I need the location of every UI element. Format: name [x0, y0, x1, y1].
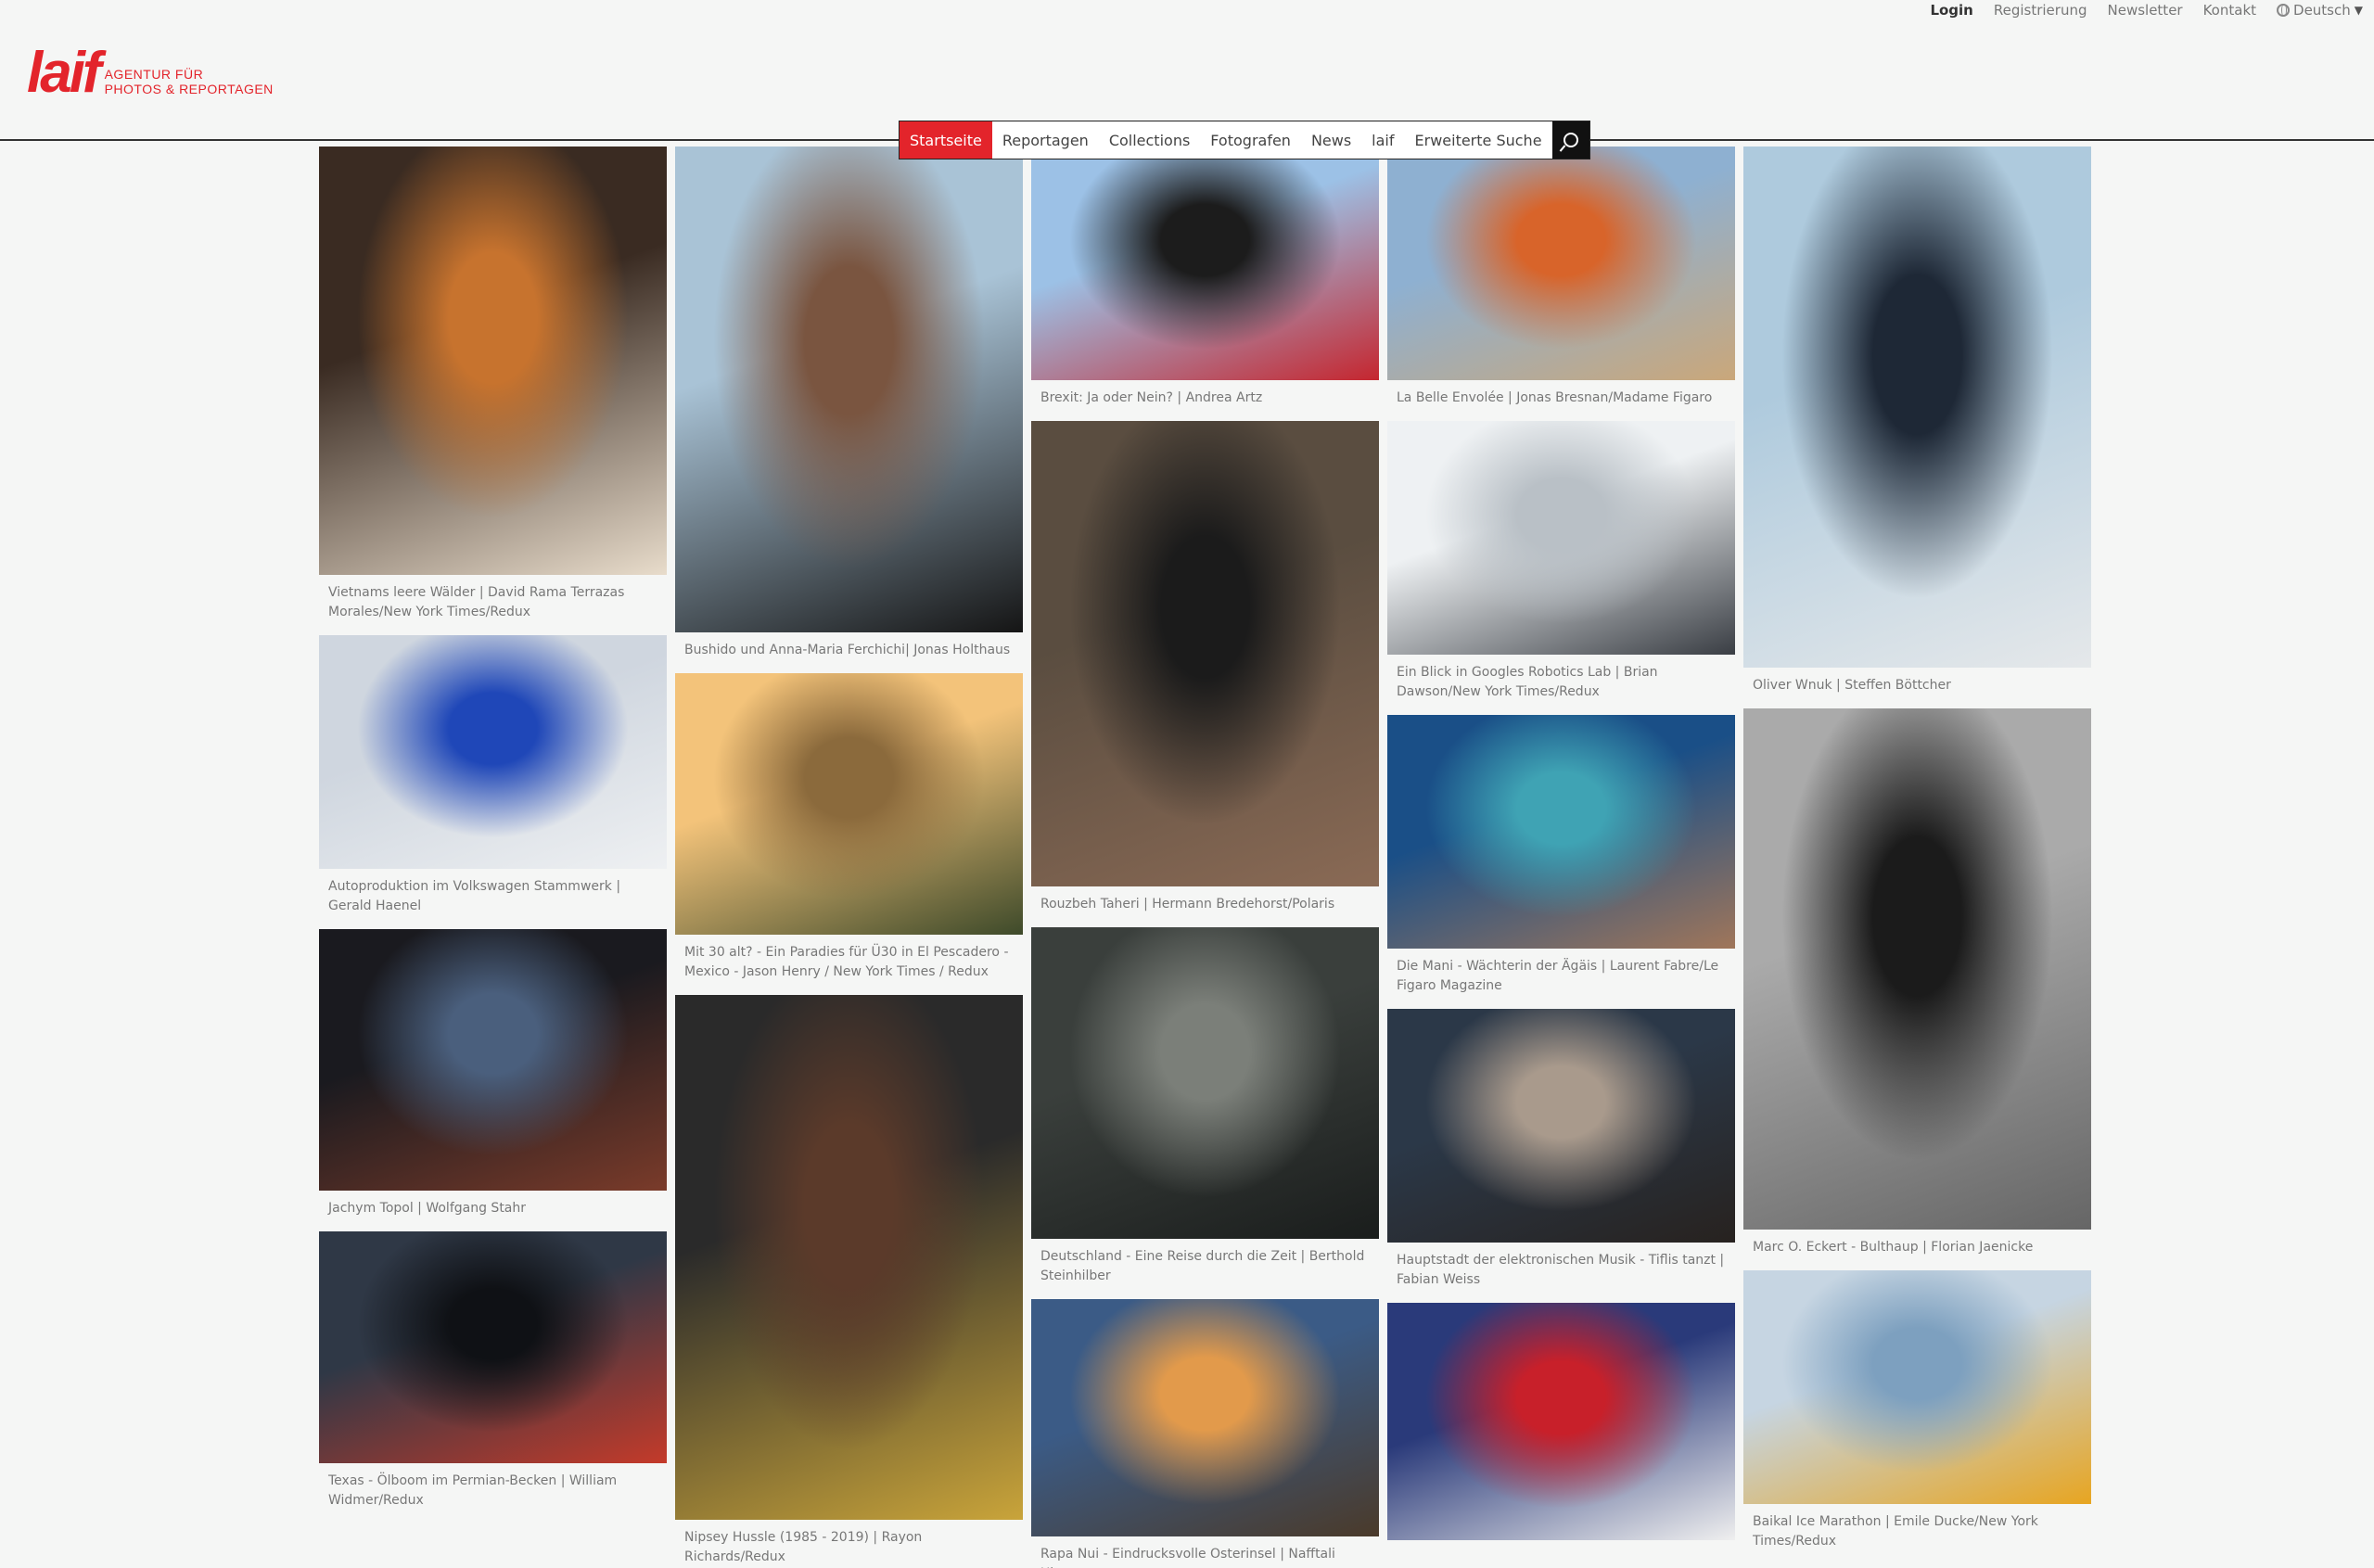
photo-thumbnail[interactable] [1743, 147, 2091, 668]
photo-caption[interactable]: Die Mani - Wächterin der Ägäis | Laurent… [1387, 949, 1735, 996]
grid-column: La Belle Envolée | Jonas Bresnan/Madame … [1387, 147, 1735, 1568]
photo-caption[interactable]: Rapa Nui - Eindrucksvolle Osterinsel | N… [1031, 1536, 1379, 1568]
photo-caption[interactable]: Vietnams leere Wälder | David Rama Terra… [319, 575, 667, 622]
photo-caption[interactable]: Brexit: Ja oder Nein? | Andrea Artz [1031, 380, 1379, 408]
photo-card[interactable]: Oliver Wnuk | Steffen Böttcher [1743, 147, 2091, 708]
photo-thumbnail[interactable] [675, 995, 1023, 1520]
photo-thumbnail[interactable] [1387, 1303, 1735, 1540]
main-navigation: Startseite Reportagen Collections Fotografe… [899, 121, 1590, 159]
newsletter-link[interactable]: Newsletter [2108, 2, 2183, 19]
photo-card[interactable]: Brexit: Ja oder Nein? | Andrea Artz [1031, 147, 1379, 421]
photo-thumbnail[interactable] [1387, 421, 1735, 655]
photo-thumbnail[interactable] [1031, 1299, 1379, 1536]
photo-caption[interactable]: Deutschland - Eine Reise durch die Zeit … [1031, 1239, 1379, 1286]
logo-tagline: AGENTUR FÜR PHOTOS & REPORTAGEN [105, 67, 274, 98]
logo-tagline-line-2: PHOTOS & REPORTAGEN [104, 82, 274, 96]
register-link[interactable]: Registrierung [1994, 2, 2087, 19]
nav-item-startseite[interactable]: Startseite [900, 121, 992, 159]
globe-icon [2277, 4, 2291, 17]
photo-caption[interactable]: Oliver Wnuk | Steffen Böttcher [1743, 668, 2091, 695]
photo-card[interactable] [1387, 1303, 1735, 1553]
photo-thumbnail[interactable] [1387, 715, 1735, 949]
photo-caption[interactable]: Texas - Ölboom im Permian-Becken | Willi… [319, 1463, 667, 1511]
contact-link[interactable]: Kontakt [2203, 2, 2256, 19]
login-link[interactable]: Login [1930, 2, 1972, 19]
photo-card[interactable]: Baikal Ice Marathon | Emile Ducke/New Yo… [1743, 1270, 2091, 1564]
nav-item-reportagen[interactable]: Reportagen [992, 121, 1099, 159]
photo-grid: Vietnams leere Wälder | David Rama Terra… [319, 147, 2091, 1568]
nav-item-collections[interactable]: Collections [1099, 121, 1200, 159]
photo-card[interactable]: Mit 30 alt? - Ein Paradies für Ü30 in El… [675, 673, 1023, 995]
photo-caption[interactable]: Jachym Topol | Wolfgang Stahr [319, 1191, 667, 1218]
photo-card[interactable]: Rapa Nui - Eindrucksvolle Osterinsel | N… [1031, 1299, 1379, 1568]
nav-item-news[interactable]: News [1301, 121, 1361, 159]
utility-bar: Login Registrierung Newsletter Kontakt D… [1930, 0, 2374, 20]
photo-thumbnail[interactable] [1031, 421, 1379, 886]
photo-card[interactable]: Ein Blick in Googles Robotics Lab | Bria… [1387, 421, 1735, 715]
photo-thumbnail[interactable] [1743, 708, 2091, 1230]
caret-down-icon: ▼ [2354, 4, 2363, 17]
logo[interactable]: laif AGENTUR FÜR PHOTOS & REPORTAGEN [27, 41, 274, 105]
photo-card[interactable]: Deutschland - Eine Reise durch die Zeit … [1031, 927, 1379, 1299]
language-label: Deutsch [2293, 2, 2351, 19]
language-selector[interactable]: Deutsch ▼ [2277, 2, 2363, 19]
nav-item-erweiterte-suche[interactable]: Erweiterte Suche [1405, 121, 1552, 159]
photo-card[interactable]: Hauptstadt der elektronischen Musik - Ti… [1387, 1009, 1735, 1303]
photo-card[interactable]: Jachym Topol | Wolfgang Stahr [319, 929, 667, 1231]
grid-column: Vietnams leere Wälder | David Rama Terra… [319, 147, 667, 1568]
photo-caption[interactable]: Baikal Ice Marathon | Emile Ducke/New Yo… [1743, 1504, 2091, 1551]
photo-thumbnail[interactable] [319, 1231, 667, 1463]
grid-column: Bushido und Anna-Maria Ferchichi| Jonas … [675, 147, 1023, 1568]
search-icon [1563, 133, 1578, 147]
logo-tagline-line-1: AGENTUR FÜR [104, 67, 204, 82]
photo-card[interactable]: Vietnams leere Wälder | David Rama Terra… [319, 147, 667, 635]
photo-thumbnail[interactable] [319, 929, 667, 1191]
photo-caption[interactable]: Ein Blick in Googles Robotics Lab | Bria… [1387, 655, 1735, 702]
photo-card[interactable]: Die Mani - Wächterin der Ägäis | Laurent… [1387, 715, 1735, 1009]
photo-thumbnail[interactable] [1387, 147, 1735, 380]
photo-caption[interactable]: Mit 30 alt? - Ein Paradies für Ü30 in El… [675, 935, 1023, 982]
grid-column: Brexit: Ja oder Nein? | Andrea Artz Rouzb… [1031, 147, 1379, 1568]
photo-caption[interactable]: Autoproduktion im Volkswagen Stammwerk |… [319, 869, 667, 916]
photo-caption[interactable]: La Belle Envolée | Jonas Bresnan/Madame … [1387, 380, 1735, 408]
photo-thumbnail[interactable] [319, 635, 667, 869]
photo-caption[interactable]: Bushido und Anna-Maria Ferchichi| Jonas … [675, 632, 1023, 660]
photo-thumbnail[interactable] [675, 147, 1023, 632]
photo-caption[interactable]: Nipsey Hussle (1985 - 2019) | Rayon Rich… [675, 1520, 1023, 1567]
photo-caption[interactable]: Rouzbeh Taheri | Hermann Bredehorst/Pola… [1031, 886, 1379, 914]
search-button[interactable] [1551, 121, 1589, 159]
photo-thumbnail[interactable] [1031, 147, 1379, 380]
photo-thumbnail[interactable] [319, 147, 667, 575]
logo-wordmark: laif [27, 41, 102, 105]
photo-card[interactable]: Marc O. Eckert - Bulthaup | Florian Jaen… [1743, 708, 2091, 1270]
photo-thumbnail[interactable] [1387, 1009, 1735, 1243]
nav-item-fotografen[interactable]: Fotografen [1200, 121, 1301, 159]
photo-caption[interactable]: Hauptstadt der elektronischen Musik - Ti… [1387, 1243, 1735, 1290]
photo-card[interactable]: Texas - Ölboom im Permian-Becken | Willi… [319, 1231, 667, 1523]
photo-card[interactable]: Nipsey Hussle (1985 - 2019) | Rayon Rich… [675, 995, 1023, 1568]
photo-card[interactable]: Bushido und Anna-Maria Ferchichi| Jonas … [675, 147, 1023, 673]
nav-item-laif[interactable]: laif [1361, 121, 1404, 159]
photo-card[interactable]: Rouzbeh Taheri | Hermann Bredehorst/Pola… [1031, 421, 1379, 927]
photo-card[interactable]: La Belle Envolée | Jonas Bresnan/Madame … [1387, 147, 1735, 421]
photo-thumbnail[interactable] [1743, 1270, 2091, 1504]
grid-column: Oliver Wnuk | Steffen Böttcher Marc O. Ec… [1743, 147, 2091, 1568]
photo-caption[interactable]: Marc O. Eckert - Bulthaup | Florian Jaen… [1743, 1230, 2091, 1257]
photo-thumbnail[interactable] [1031, 927, 1379, 1239]
photo-thumbnail[interactable] [675, 673, 1023, 935]
photo-card[interactable]: Autoproduktion im Volkswagen Stammwerk |… [319, 635, 667, 929]
